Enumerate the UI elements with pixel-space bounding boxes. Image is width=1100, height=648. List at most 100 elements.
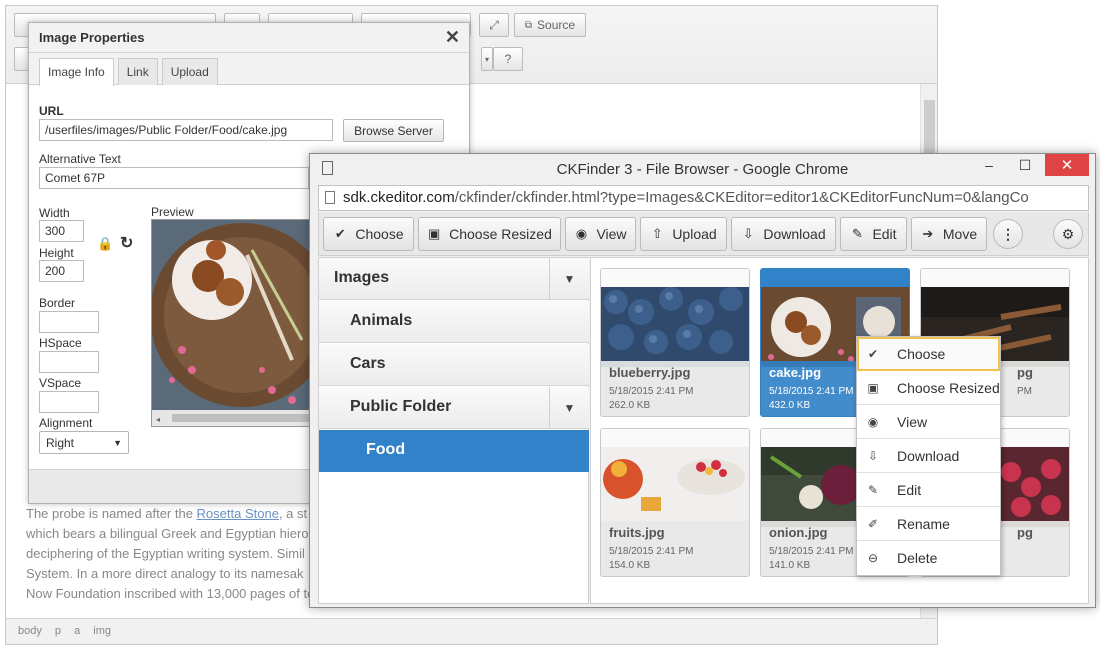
lock-ratio-icon[interactable]: 🔒 — [97, 236, 113, 252]
eye-icon: ◉ — [575, 226, 588, 241]
alignment-select[interactable]: Right ▼ — [39, 431, 129, 454]
preview-label: Preview — [151, 205, 194, 219]
file-date: 5/18/2015 2:41 PM — [609, 546, 694, 557]
chevron-down-icon: ▾ — [484, 54, 489, 64]
width-label: Width — [39, 206, 70, 220]
path-a[interactable]: a — [74, 625, 80, 637]
choose-resized-button[interactable]: ▣ Choose Resized — [418, 217, 561, 251]
tab-link[interactable]: Link — [117, 58, 158, 85]
width-field[interactable] — [39, 220, 84, 242]
menu-item-edit[interactable]: ✎ Edit — [857, 473, 1000, 507]
upload-icon: ⇧ — [651, 226, 663, 241]
svg-text:◂: ◂ — [156, 415, 160, 424]
dialog-title-bar[interactable]: Image Properties ✕ — [29, 23, 469, 53]
page-icon — [322, 161, 333, 175]
file-date: 5/18/2015 2:41 PM — [609, 386, 694, 397]
maximize-window-button[interactable]: ☐ — [1007, 154, 1043, 176]
move-icon: ➔ — [922, 226, 934, 241]
eye-icon: ◉ — [867, 415, 879, 429]
folder-animals[interactable]: Animals — [319, 301, 589, 343]
folder-food[interactable]: Food — [319, 430, 589, 472]
hspace-label: HSpace — [39, 336, 82, 350]
maximize-window-icon: ☐ — [1018, 156, 1032, 173]
maximize-icon: ⤢ — [489, 17, 499, 32]
path-p[interactable]: p — [55, 625, 61, 637]
tab-upload[interactable]: Upload — [161, 58, 218, 85]
menu-item-choose-resized[interactable]: ▣ Choose Resized — [857, 371, 1000, 405]
file-size: 432.0 KB — [769, 400, 811, 411]
file-date: 5/18/2015 2:41 PM — [769, 386, 854, 397]
source-button[interactable]: ⧉ Source — [514, 13, 586, 37]
height-field[interactable] — [39, 260, 84, 282]
blueberry-thumbnail — [601, 287, 749, 367]
border-label: Border — [39, 296, 76, 310]
download-icon: ⇩ — [867, 449, 879, 463]
more-button[interactable]: ⋮ — [993, 219, 1023, 249]
settings-button[interactable]: ⚙ — [1053, 219, 1083, 249]
tab-image-info[interactable]: Image Info — [39, 58, 114, 86]
source-icon: ⧉ — [524, 19, 533, 31]
check-circle-icon: ✔ — [334, 226, 346, 241]
help-button[interactable]: ? — [493, 47, 523, 71]
menu-item-download[interactable]: ⇩ Download — [857, 439, 1000, 473]
alt-text-label: Alternative Text — [39, 152, 121, 166]
close-icon[interactable]: ✕ — [445, 27, 460, 48]
view-button[interactable]: ◉ View — [565, 217, 636, 251]
fruits-thumbnail — [601, 447, 749, 527]
dialog-tabs: Image Info Link Upload — [29, 53, 469, 86]
file-size: 154.0 KB — [609, 560, 651, 571]
file-size: 141.0 KB — [769, 560, 811, 571]
gear-icon: ⚙ — [1061, 225, 1075, 242]
file-context-menu: ✔ Choose ▣ Choose Resized ◉ View ⇩ Download … — [856, 336, 1001, 576]
address-bar[interactable]: sdk.ckeditor.com/ckfinder/ckfinder.html?… — [318, 185, 1089, 211]
move-button[interactable]: ➔ Move — [911, 217, 987, 251]
folder-cars[interactable]: Cars — [319, 344, 589, 386]
file-tile[interactable]: blueberry.jpg 5/18/2015 2:41 PM 262.0 KB — [600, 268, 750, 417]
file-tile[interactable]: fruits.jpg 5/18/2015 2:41 PM 154.0 KB — [600, 428, 750, 577]
dropdown-button[interactable]: ▾ — [481, 47, 493, 71]
download-button[interactable]: ⇩ Download — [731, 217, 836, 251]
reset-size-icon[interactable]: ↻ — [120, 233, 133, 253]
finder-toolbar: ✔ Choose ▣ Choose Resized ◉ View ⇧ Upload ⇩ D… — [318, 212, 1089, 256]
alt-text-field[interactable] — [39, 167, 309, 189]
element-path-bar: body p a img — [6, 618, 937, 644]
browse-server-button[interactable]: Browse Server — [343, 119, 444, 142]
path-img[interactable]: img — [93, 625, 111, 637]
menu-item-choose[interactable]: ✔ Choose — [857, 337, 1000, 371]
rosetta-stone-link[interactable]: Rosetta Stone — [197, 506, 279, 521]
file-name: pg — [1017, 525, 1033, 540]
height-label: Height — [39, 246, 74, 260]
file-name: onion.jpg — [769, 525, 828, 540]
minimize-button[interactable]: – — [971, 154, 1007, 176]
file-name: blueberry.jpg — [609, 365, 691, 380]
border-field[interactable] — [39, 311, 99, 333]
folder-public-folder[interactable]: Public Folder ▼ — [319, 387, 589, 429]
vspace-field[interactable] — [39, 391, 99, 413]
file-date: PM — [1017, 386, 1032, 397]
folder-tree: Images ▼ Animals Cars Public Folder ▼ Fo… — [318, 257, 589, 604]
menu-item-delete[interactable]: ⊖ Delete — [857, 541, 1000, 575]
more-vertical-icon: ⋮ — [1001, 225, 1015, 242]
folder-images[interactable]: Images ▼ — [319, 258, 589, 300]
url-label: URL — [39, 104, 64, 118]
chevron-down-icon[interactable]: ▼ — [549, 387, 589, 429]
upload-button[interactable]: ⇧ Upload — [640, 217, 727, 251]
check-circle-icon: ✔ — [867, 347, 879, 361]
choose-button[interactable]: ✔ Choose — [323, 217, 414, 251]
menu-item-view[interactable]: ◉ View — [857, 405, 1000, 439]
file-grid: blueberry.jpg 5/18/2015 2:41 PM 262.0 KB… — [590, 257, 1089, 604]
minimize-icon: – — [985, 157, 993, 173]
close-window-button[interactable]: ✕ — [1045, 154, 1089, 176]
path-body[interactable]: body — [18, 625, 42, 637]
hspace-field[interactable] — [39, 351, 99, 373]
vspace-label: VSpace — [39, 376, 82, 390]
edit-button[interactable]: ✎ Edit — [840, 217, 907, 251]
url-field[interactable] — [39, 119, 333, 141]
menu-item-rename[interactable]: ✐ Rename — [857, 507, 1000, 541]
maximize-button[interactable]: ⤢ — [479, 13, 509, 37]
chevron-down-icon[interactable]: ▼ — [549, 258, 589, 300]
delete-icon: ⊖ — [867, 551, 879, 565]
pencil-icon: ✎ — [867, 483, 879, 497]
file-name: pg — [1017, 365, 1033, 380]
alignment-label: Alignment — [39, 416, 93, 430]
